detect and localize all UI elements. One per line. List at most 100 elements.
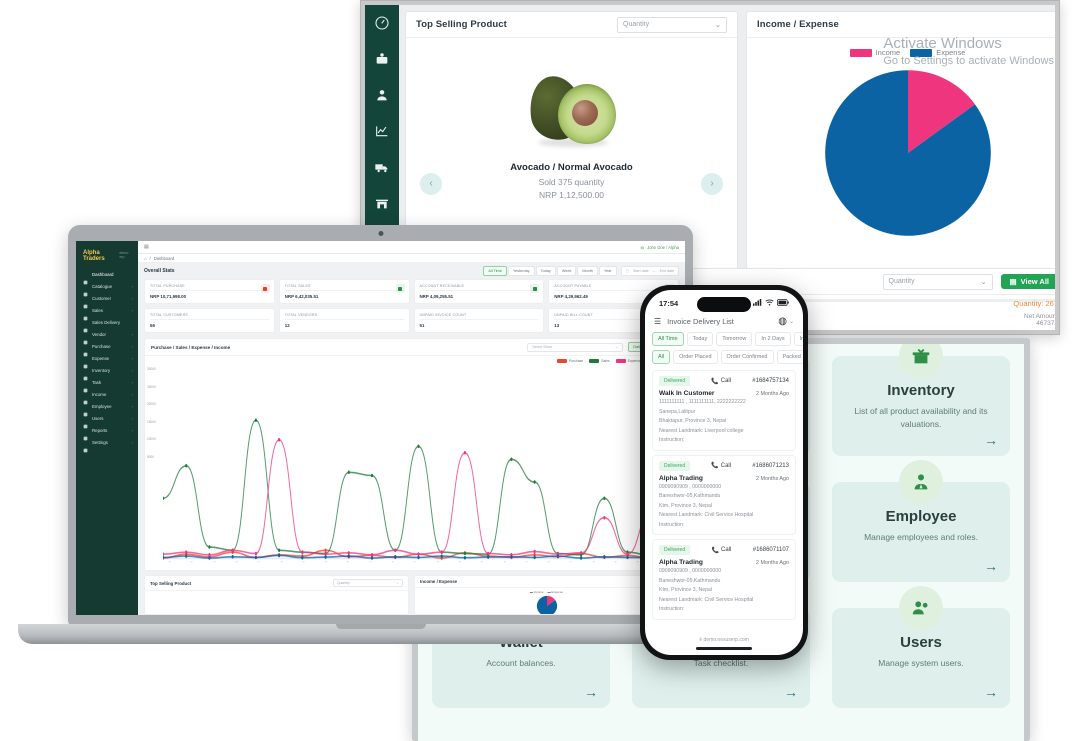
status-tab-packed[interactable]: Packed — [776, 350, 803, 364]
sidebar-item-dashboard[interactable]: Dashboard — [76, 268, 138, 284]
invoice-detail-line: Baneshwor-05,Kathmandu — [659, 577, 721, 584]
time-tab-tomorrow[interactable]: Tomorrow — [716, 332, 753, 346]
sidebar-item-label: Sales Delivery — [92, 319, 121, 325]
view-all-vendors-button[interactable]: ▤ View All — [1000, 274, 1055, 289]
sidebar-item-income[interactable]: Income › — [76, 388, 138, 404]
range-tab-year[interactable]: Year — [598, 266, 617, 276]
arrow-right-icon[interactable]: → — [584, 684, 598, 700]
sidebar-item-inventory[interactable]: Inventory › — [76, 364, 138, 380]
hamburger-menu-icon[interactable]: ☰ — [654, 317, 661, 326]
range-tab-yesterday[interactable]: Yesterday — [507, 266, 535, 276]
end-date-input[interactable]: End date — [660, 269, 674, 273]
sidebar-item-customer[interactable]: Customer › — [76, 292, 138, 308]
trackpad-notch — [335, 624, 426, 629]
time-tab-in-3[interactable]: In 3 — [793, 332, 803, 346]
sidebar-toggle-icon[interactable]: ▤ — [144, 244, 149, 250]
sidebar-item-label: Customer — [92, 295, 112, 301]
carousel-prev-button[interactable]: ‹ — [420, 172, 442, 195]
feature-card-users[interactable]: Users Manage system users. → — [832, 586, 1010, 708]
invoice-detail-line: 1111111111 , 1111111111, 2222222222 — [659, 399, 746, 405]
range-tab-month[interactable]: Month — [577, 266, 598, 276]
chevron-down-icon: ⌄ — [980, 278, 987, 286]
call-button[interactable]: 📞 Call — [711, 462, 731, 470]
date-range-picker[interactable]: ▢ Start date ⌄ End date — [620, 266, 679, 276]
sales-chart-icon[interactable] — [374, 123, 390, 139]
employee-icon — [83, 404, 88, 416]
status-badge: Delivered — [659, 460, 691, 471]
feature-card-employee[interactable]: Employee Manage employees and roles. → — [832, 460, 1010, 582]
range-tab-today[interactable]: Today — [535, 266, 556, 276]
status-tab-order-confirmed[interactable]: Order Confirmed — [720, 350, 774, 364]
arrow-right-icon[interactable]: → — [984, 432, 998, 448]
time-tab-all-time[interactable]: All Time — [652, 332, 684, 346]
feature-card-inventory[interactable]: Inventory List of all product availabili… — [832, 344, 1010, 456]
call-label: Call — [720, 378, 732, 384]
dashboard-gauge-icon[interactable] — [374, 15, 390, 31]
call-label: Call — [721, 547, 732, 554]
sidebar-item-reports[interactable]: Reports › — [76, 424, 138, 440]
invoice-card[interactable]: Delivered 📞 Call #1684757134 Walk In Cus… — [652, 370, 796, 451]
carousel-next-button[interactable]: › — [701, 172, 723, 195]
chevron-right-icon: › — [131, 403, 133, 409]
top-selling-filter-select[interactable]: Quantity ⌄ — [617, 16, 727, 33]
sidebar-item-label: Settings — [92, 439, 108, 445]
arrow-right-icon[interactable]: → — [784, 684, 798, 700]
arrow-right-icon[interactable]: → — [984, 684, 998, 700]
calendar-checkbox-icon[interactable]: ▢ — [626, 269, 629, 273]
catalogue-icon[interactable] — [374, 51, 390, 67]
x-axis-tick: 2024-05-17 — [369, 561, 381, 563]
date-range-tabs: All Time Yesterday Today Week Month Year — [483, 266, 617, 276]
store-select[interactable]: Select Store ⌄ — [527, 342, 624, 352]
sidebar-item-sales[interactable]: Sales › — [76, 304, 138, 320]
sidebar-item-catalogue[interactable]: Catalogue › — [76, 280, 138, 296]
start-date-input[interactable]: Start date — [633, 269, 649, 273]
call-button[interactable]: 📞 Call — [711, 378, 731, 385]
arrow-right-icon[interactable]: → — [984, 558, 998, 574]
sidebar-item-label: Income — [92, 391, 107, 397]
stat-card-value: 51 — [419, 323, 425, 328]
sidebar-item-task[interactable]: Task › — [76, 376, 138, 392]
legend-item: Expense — [910, 48, 965, 57]
stat-card-key: TOTAL PURCHASE — [150, 284, 269, 291]
sidebar-item-users[interactable]: Users › — [76, 412, 138, 428]
status-tab-order-placed[interactable]: Order Placed — [673, 350, 718, 364]
invoice-card[interactable]: Delivered 📞 Call #1686071107 Alpha Tradi… — [652, 539, 796, 620]
call-button[interactable]: 📞 Call — [712, 547, 732, 554]
stat-card: TOTAL SALES NRP 6,42,035.51 — [278, 279, 410, 304]
invoice-detail-line: Nearest Landmark: Civil Service Hospital — [659, 596, 754, 603]
invoice-card[interactable]: Delivered 📞 Call #1686071213 Alpha Tradi… — [652, 454, 796, 536]
sidebar-item-purchase[interactable]: Purchase › — [76, 340, 138, 356]
sidebar-item-employee[interactable]: Employee › — [76, 400, 138, 416]
phone-page-title: Invoice Delivery List — [667, 316, 734, 326]
sidebar-item-expense[interactable]: Expense › — [76, 352, 138, 368]
sidebar-item-sales-delivery[interactable]: Sales Delivery — [76, 316, 138, 332]
time-tab-in-2-days[interactable]: In 2 Days — [755, 332, 791, 346]
product-amount: NRP 1,12,500.00 — [538, 190, 605, 200]
delivery-truck-icon[interactable] — [374, 159, 390, 175]
status-tab-all[interactable]: All — [652, 350, 671, 364]
invoice-list[interactable]: Delivered 📞 Call #1684757134 Walk In Cus… — [645, 366, 803, 620]
vendors-filter-select[interactable]: Quantity ⌄ — [882, 273, 993, 290]
inventory-box-icon — [899, 344, 943, 378]
customer-icon[interactable] — [374, 87, 390, 103]
user-menu[interactable]: ◍ John Doe / Alpha — [640, 245, 679, 250]
widget-filter-select[interactable]: Quantity ⌄ — [333, 579, 403, 587]
sidebar-item-vendor[interactable]: Vendor › — [76, 328, 138, 344]
widget-title: Income / Expense — [420, 579, 458, 584]
home-indicator[interactable] — [696, 647, 752, 650]
dynamic-island — [697, 297, 751, 312]
stats-header: Overall Stats All Time Yesterday Today Week… — [138, 263, 685, 279]
x-axis-tick: 2024-05-28 — [614, 561, 626, 563]
sidebar-nav: Dashboard Catalogue › Customer › Sales ›… — [76, 268, 138, 452]
home-icon[interactable]: ⌂ — [144, 256, 147, 261]
range-tab-all-time[interactable]: All Time — [483, 266, 507, 276]
feature-card-description: Manage employees and roles. — [864, 532, 978, 542]
chevron-down-icon[interactable]: ⌄ — [789, 318, 794, 325]
time-tab-today[interactable]: Today — [686, 332, 714, 346]
phone-screen: 17:54 ☰ Invoice Delivery List ◍ ⌄ All Ti… — [645, 290, 803, 655]
sidebar-item-settings[interactable]: Settings › — [76, 436, 138, 452]
vendor-store-icon[interactable] — [374, 195, 390, 211]
invoice-card-header: Delivered 📞 Call #1686071107 — [659, 545, 789, 556]
user-avatar-icon[interactable]: ◍ — [778, 316, 787, 327]
range-tab-week[interactable]: Week — [556, 266, 577, 276]
